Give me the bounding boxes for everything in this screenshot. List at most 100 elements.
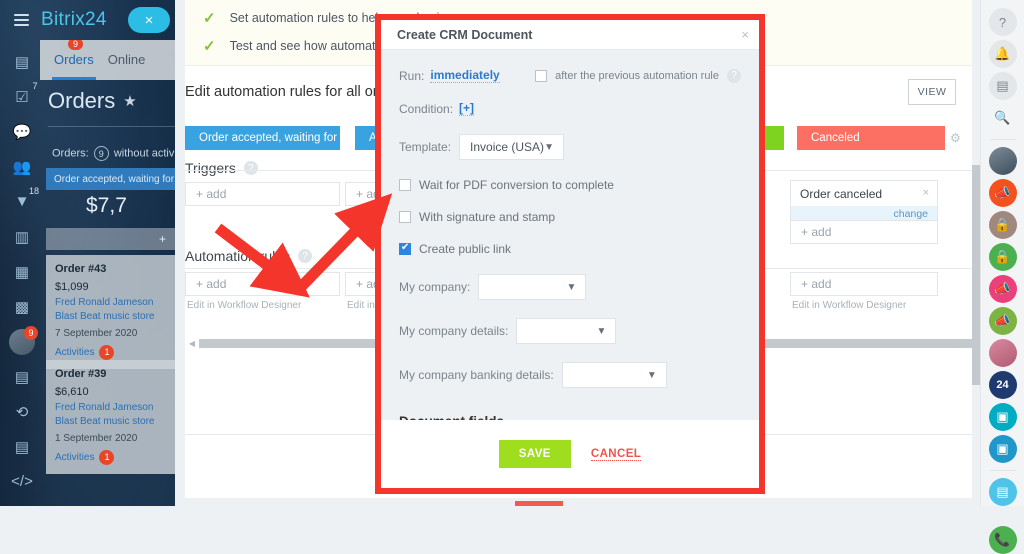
gear-icon[interactable]: ⚙ <box>950 131 961 145</box>
kanban-stage-header[interactable]: Order accepted, waiting for <box>46 168 175 190</box>
kanban-add-deal-button[interactable]: + <box>46 228 175 250</box>
sidebar-icon-contacts[interactable]: ▥ <box>0 219 44 254</box>
sidebar-icon-rail: ▤ ☑7 💬 👥 ▼18 ▥ ▦ ▩ 9 ▤ ⟲ ▤ </> ✉ 🕐 ◎ 📞 ▬… <box>0 44 44 506</box>
my-company-banking-select[interactable]: ▼ <box>561 362 667 388</box>
sidebar-icon-tasks[interactable]: ☑ 7 <box>0 79 44 114</box>
order-company[interactable]: Blast Beat music store <box>55 415 167 430</box>
bitrix24-badge[interactable]: 24 <box>988 371 1017 399</box>
search-icon[interactable]: 🔍 <box>989 104 1017 132</box>
contact-avatar[interactable] <box>988 339 1017 367</box>
order-activities-label: Activities <box>55 451 95 463</box>
chevron-down-icon: ▼ <box>646 369 657 381</box>
announcement-green-icon[interactable]: 📣 <box>988 307 1017 335</box>
workflow-designer-link[interactable]: Edit in Workflow Designer <box>792 300 906 311</box>
notifications-bell-icon[interactable]: 🔔 <box>988 40 1017 68</box>
favorite-star-icon[interactable]: ★ <box>123 92 136 110</box>
order-card[interactable]: Order #39 $6,610 Fred Ronald Jameson Bla… <box>46 360 175 475</box>
cancel-button[interactable]: CANCEL <box>590 448 642 461</box>
sidebar-icon-mail[interactable]: ✉ <box>0 499 44 506</box>
sidebar-icon-funnel[interactable]: ▼ 18 <box>0 184 44 219</box>
run-value-link[interactable]: immediately <box>430 68 500 83</box>
scroll-left-arrow-icon[interactable]: ◀ <box>185 339 199 348</box>
triggers-label-text: Triggers <box>185 160 236 176</box>
sidebar-icon-knowledge[interactable]: ▤ <box>0 429 44 464</box>
condition-add-link[interactable]: [+] <box>459 101 475 116</box>
right-icon-rail: ? 🔔 ▤ 🔍 📣 🔒 🔒 📣 📣 24 ▣ ▣ ▤ 📞 <box>980 0 1024 554</box>
order-contact[interactable]: Fred Ronald Jameson <box>55 401 167 416</box>
workflow-designer-link[interactable]: Edit in Workflow Designer <box>187 300 301 311</box>
create-crm-document-dialog: Create CRM Document × Run: immediately a… <box>375 14 765 494</box>
automation-rule-card[interactable]: Order canceled × change <box>790 180 938 224</box>
order-activities[interactable]: Activities 1 <box>55 450 167 466</box>
tasks-badge: 7 <box>32 81 38 91</box>
logo-text: Bitrix <box>41 9 86 30</box>
sidebar-icon-chat[interactable]: 💬 <box>0 114 44 149</box>
page-title: Orders ★ <box>48 88 137 114</box>
run-label: Run: <box>399 68 425 83</box>
order-activities[interactable]: Activities 1 <box>55 345 167 361</box>
announcement-icon[interactable]: 📣 <box>988 179 1017 207</box>
my-company-details-select[interactable]: ▼ <box>516 318 617 344</box>
vertical-scrollbar[interactable] <box>972 165 980 385</box>
close-icon[interactable]: × <box>741 27 749 42</box>
signature-stamp-checkbox[interactable] <box>399 211 411 223</box>
my-company-select[interactable]: ▼ <box>478 274 587 300</box>
rail-divider <box>989 470 1016 471</box>
stage-chip-order-accepted[interactable]: Order accepted, waiting for ... <box>185 126 340 150</box>
my-company-details-row: My company details: ▼ <box>399 318 741 344</box>
add-automation-rule-button[interactable]: + add <box>185 272 340 296</box>
wait-pdf-checkbox[interactable] <box>399 179 411 191</box>
my-company-label: My company: <box>399 280 471 294</box>
chevron-down-icon: ▼ <box>596 325 607 337</box>
sidebar-icon-apps[interactable]: ▩ <box>0 289 44 324</box>
my-company-banking-label: My company banking details: <box>399 368 554 382</box>
public-link-row[interactable]: Create public link <box>399 242 741 256</box>
sidebar-icon-feed[interactable]: ▤ <box>0 44 44 79</box>
order-contact[interactable]: Fred Ronald Jameson <box>55 296 167 311</box>
help-icon[interactable]: ? <box>243 161 258 175</box>
chat-icon[interactable]: ▤ <box>988 72 1017 100</box>
add-automation-rule-button[interactable]: + add <box>790 272 938 296</box>
announcement-pink-icon[interactable]: 📣 <box>988 275 1017 303</box>
close-icon[interactable]: × <box>923 187 929 199</box>
condition-label: Condition: <box>399 101 454 116</box>
video-call-blue-icon[interactable]: ▣ <box>988 435 1017 463</box>
signature-stamp-row[interactable]: With signature and stamp <box>399 210 741 224</box>
funnel-badge: 18 <box>28 186 39 196</box>
save-button[interactable]: SAVE <box>498 440 571 468</box>
hamburger-menu-icon[interactable] <box>14 11 29 29</box>
sidebar-icon-sync[interactable]: ⟲ <box>0 394 44 429</box>
close-panel-button[interactable]: × <box>128 7 170 33</box>
sidebar-icon-calendar[interactable]: ▦ <box>0 254 44 289</box>
help-icon[interactable]: ? <box>298 249 313 263</box>
order-title: Order #39 <box>55 368 107 380</box>
add-automation-rule-button[interactable]: + add <box>790 220 938 244</box>
template-select[interactable]: Invoice (USA) ▼ <box>459 134 565 160</box>
after-previous-checkbox[interactable] <box>535 69 548 82</box>
order-activities-label: Activities <box>55 346 95 358</box>
video-call-icon[interactable]: ▣ <box>988 403 1017 431</box>
sidebar-icon-crm[interactable]: ▤ <box>0 359 44 394</box>
lock-green-icon[interactable]: 🔒 <box>988 243 1017 271</box>
mobile-app-icon[interactable]: ▤ <box>988 478 1017 506</box>
user-avatar[interactable] <box>988 147 1017 175</box>
view-button[interactable]: VIEW <box>908 79 956 105</box>
sidebar-icon-code[interactable]: </> <box>0 464 44 499</box>
help-icon[interactable]: ? <box>988 8 1017 36</box>
order-card[interactable]: Order #43 $1,099 Fred Ronald Jameson Bla… <box>46 255 175 370</box>
sidebar-icon-store[interactable]: 9 <box>0 324 44 359</box>
lock-icon[interactable]: 🔒 <box>988 211 1017 239</box>
orders-counter: Orders: 9 without activity <box>52 146 175 161</box>
phone-icon[interactable]: 📞 <box>988 526 1017 554</box>
public-link-checkbox[interactable] <box>399 242 411 255</box>
bitrix24-logo: Bitrix24 <box>41 9 107 31</box>
tab-orders[interactable]: Orders 9 <box>52 40 96 80</box>
add-trigger-button[interactable]: + add <box>185 182 340 206</box>
wait-pdf-row[interactable]: Wait for PDF conversion to complete <box>399 178 741 192</box>
tab-online[interactable]: Online <box>108 52 146 69</box>
help-icon[interactable]: ? <box>727 68 741 83</box>
stage-chip-canceled[interactable]: Canceled <box>797 126 945 150</box>
my-company-details-label: My company details: <box>399 324 509 338</box>
sidebar-icon-groups[interactable]: 👥 <box>0 149 44 184</box>
order-company[interactable]: Blast Beat music store <box>55 310 167 325</box>
